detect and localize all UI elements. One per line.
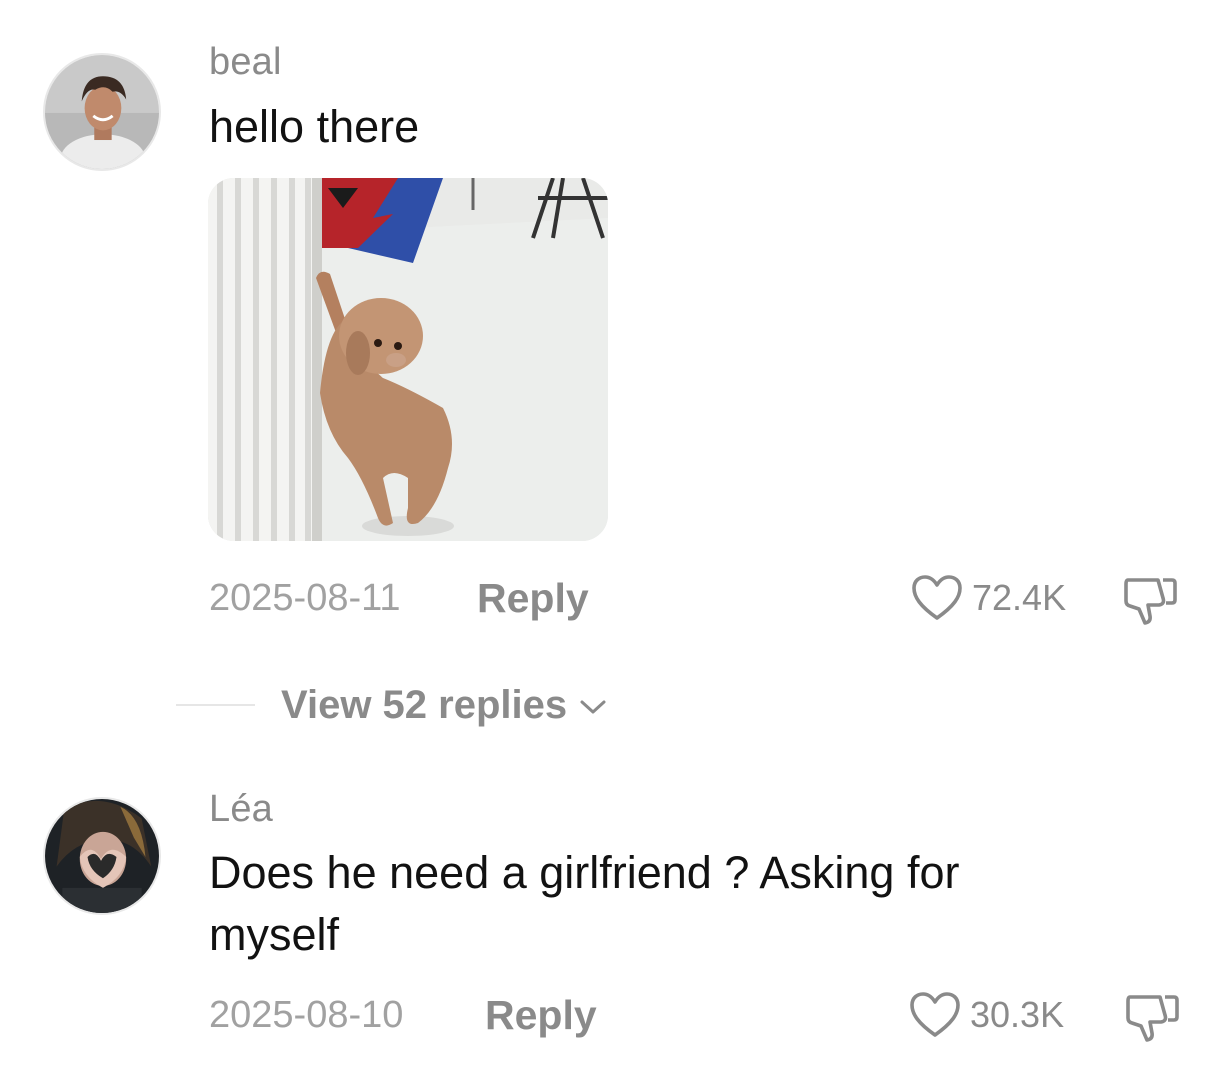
divider xyxy=(176,704,255,706)
comment-image[interactable] xyxy=(208,178,608,541)
username[interactable]: beal xyxy=(209,41,282,84)
dog-image xyxy=(208,178,608,541)
comment-item: Léa Does he need a girlfriend ? Asking f… xyxy=(0,760,1224,1071)
username[interactable]: Léa xyxy=(209,788,273,831)
like-button[interactable]: 30.3K xyxy=(908,985,1064,1045)
comment-date: 2025-08-10 xyxy=(209,994,404,1036)
avatar[interactable] xyxy=(43,797,161,915)
thumbs-down-icon xyxy=(1124,578,1177,625)
avatar-image xyxy=(45,55,159,169)
reply-button[interactable]: Reply xyxy=(477,568,589,628)
like-count: 30.3K xyxy=(970,994,1065,1035)
chevron-down-icon xyxy=(580,700,606,714)
dislike-button[interactable] xyxy=(1122,989,1182,1045)
replies-row: View 52 replies xyxy=(0,675,1224,735)
comment-text: Does he need a girlfriend ? Asking for m… xyxy=(209,847,960,960)
comment-meta: 2025-08-10 Reply 30.3K xyxy=(0,985,1224,1045)
comment-date: 2025-08-11 xyxy=(209,577,401,619)
heart-icon xyxy=(910,992,960,1037)
heart-icon xyxy=(912,575,962,620)
avatar-image xyxy=(45,799,159,913)
dislike-button[interactable] xyxy=(1120,572,1180,628)
view-replies-button[interactable]: View 52 replies xyxy=(281,675,607,735)
thumbs-down-icon xyxy=(1126,995,1179,1042)
comment-meta: 2025-08-11 Reply 72.4K xyxy=(0,568,1224,628)
view-replies-label: View 52 replies xyxy=(281,682,568,727)
like-count: 72.4K xyxy=(972,577,1067,618)
reply-button[interactable]: Reply xyxy=(485,985,597,1045)
avatar[interactable] xyxy=(43,53,161,171)
like-button[interactable]: 72.4K xyxy=(910,568,1066,628)
comment-text: hello there xyxy=(209,101,420,152)
comment-item: beal hello there 2025-08-11 Reply 72.4K xyxy=(0,0,1224,760)
